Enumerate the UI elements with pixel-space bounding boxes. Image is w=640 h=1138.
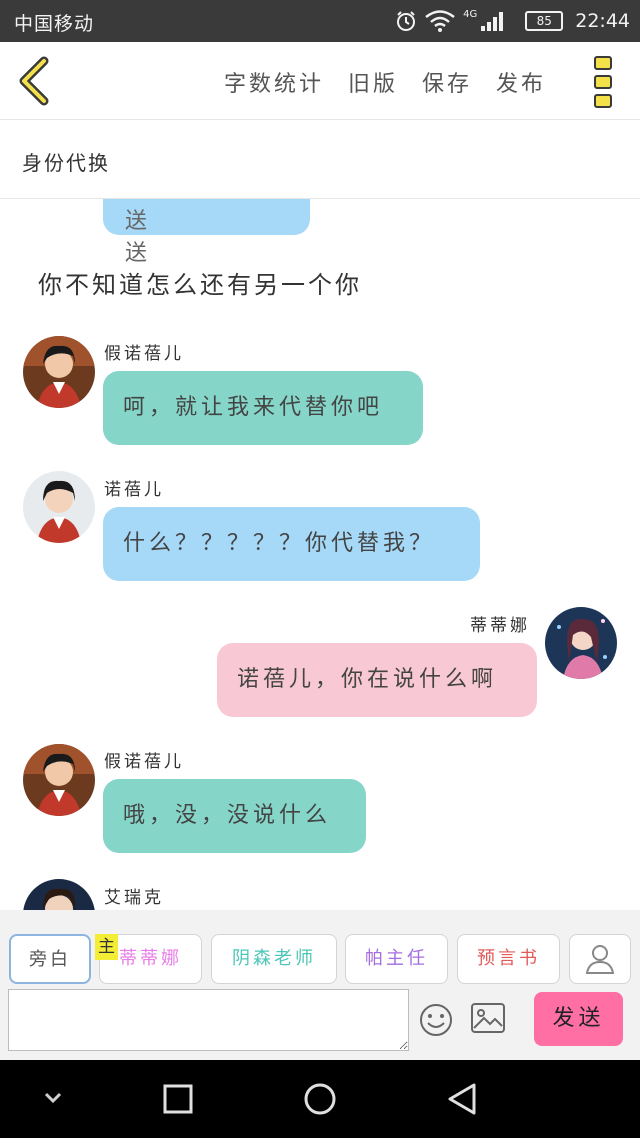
signal-icon [481, 11, 504, 31]
narration-text: 你不知道怎么还有另一个你 [38, 271, 362, 299]
speaker-name: 诺蓓儿 [104, 480, 164, 500]
battery-icon: 85 [525, 11, 564, 31]
speaker-name: 假诺蓓儿 [104, 752, 184, 772]
role-button-pa-director[interactable]: 帕主任 [345, 934, 448, 984]
avatar[interactable] [23, 471, 95, 543]
old-version-button[interactable]: 旧版 [348, 66, 398, 98]
back-arrow-icon [19, 56, 49, 106]
clock-label: 22:44 [575, 10, 630, 32]
message-bubble[interactable]: 诺蓓儿，你在说什么啊 [217, 643, 537, 717]
menu-dot-icon [594, 75, 612, 89]
identity-bar[interactable]: 身份代换 [0, 121, 640, 199]
image-button[interactable] [470, 1002, 506, 1038]
message-bubble[interactable]: 哦，没，没说什么 [103, 779, 366, 853]
role-label: 帕主任 [365, 948, 428, 969]
role-label: 蒂蒂娜 [119, 948, 182, 969]
back-button[interactable] [14, 56, 54, 106]
top-bar: 字数统计 旧版 保存 发布 [0, 42, 640, 120]
circle-icon [304, 1083, 336, 1115]
person-icon [585, 945, 615, 974]
publish-button[interactable]: 发布 [496, 66, 546, 98]
menu-dot-icon [594, 56, 612, 70]
status-bar: 中国移动 4G 85 22:44 [0, 0, 640, 42]
system-nav-bar [0, 1060, 640, 1138]
status-icons: 4G 85 22:44 [395, 7, 630, 35]
network-type-label: 4G [463, 8, 478, 20]
role-label: 旁白 [29, 949, 71, 970]
send-button[interactable]: 发送 [534, 992, 623, 1046]
chevron-down-icon [44, 1092, 62, 1104]
image-icon [471, 1003, 505, 1033]
speaker-name: 假诺蓓儿 [104, 344, 184, 364]
save-button[interactable]: 保存 [422, 66, 472, 98]
avatar[interactable] [23, 336, 95, 408]
role-label: 预言书 [477, 948, 540, 969]
avatar[interactable] [23, 744, 95, 816]
role-button-prophecy-book[interactable]: 预言书 [457, 934, 560, 984]
emoji-button[interactable] [418, 1002, 454, 1042]
role-button-yinsen-teacher[interactable]: 阴森老师 [211, 934, 337, 984]
menu-dot-icon [594, 94, 612, 108]
add-role-button[interactable] [569, 934, 631, 984]
hide-keyboard-button[interactable] [40, 1088, 66, 1112]
carrier-label: 中国移动 [14, 13, 95, 35]
identity-label: 身份代换 [22, 151, 110, 175]
message-input[interactable] [8, 989, 409, 1051]
role-button-narration[interactable]: 旁白 [9, 934, 91, 984]
smiley-icon [420, 1004, 452, 1036]
message-bubble[interactable]: 呵，就让我来代替你吧 [103, 371, 423, 445]
chat-area[interactable]: 送 送 你不知道怎么还有另一个你 假诺蓓儿 呵，就让我来代替你吧 诺蓓儿 什么？… [0, 199, 640, 910]
role-label: 阴森老师 [232, 948, 316, 969]
top-actions: 字数统计 旧版 保存 发布 [224, 66, 546, 98]
message-bubble-partial: 送 送 [103, 199, 310, 266]
triangle-back-icon [448, 1083, 476, 1115]
speaker-name: 蒂蒂娜 [470, 616, 530, 636]
speaker-name: 艾瑞克 [104, 888, 164, 908]
message-bubble[interactable]: 什么？？？？？你代替我？ [103, 507, 480, 581]
square-icon [163, 1084, 193, 1114]
word-count-button[interactable]: 字数统计 [224, 66, 324, 98]
avatar[interactable] [545, 607, 617, 679]
wifi-icon [425, 10, 455, 32]
recents-button[interactable] [163, 1084, 193, 1118]
main-role-badge: 主 [95, 934, 118, 960]
home-button[interactable] [303, 1082, 337, 1120]
back-nav-button[interactable] [446, 1082, 478, 1120]
avatar[interactable] [23, 879, 95, 910]
alarm-icon [395, 10, 417, 32]
composer-panel: 旁白 蒂蒂娜 主 阴森老师 帕主任 预言书 发送 [0, 910, 640, 1060]
more-menu-button[interactable] [594, 56, 614, 108]
